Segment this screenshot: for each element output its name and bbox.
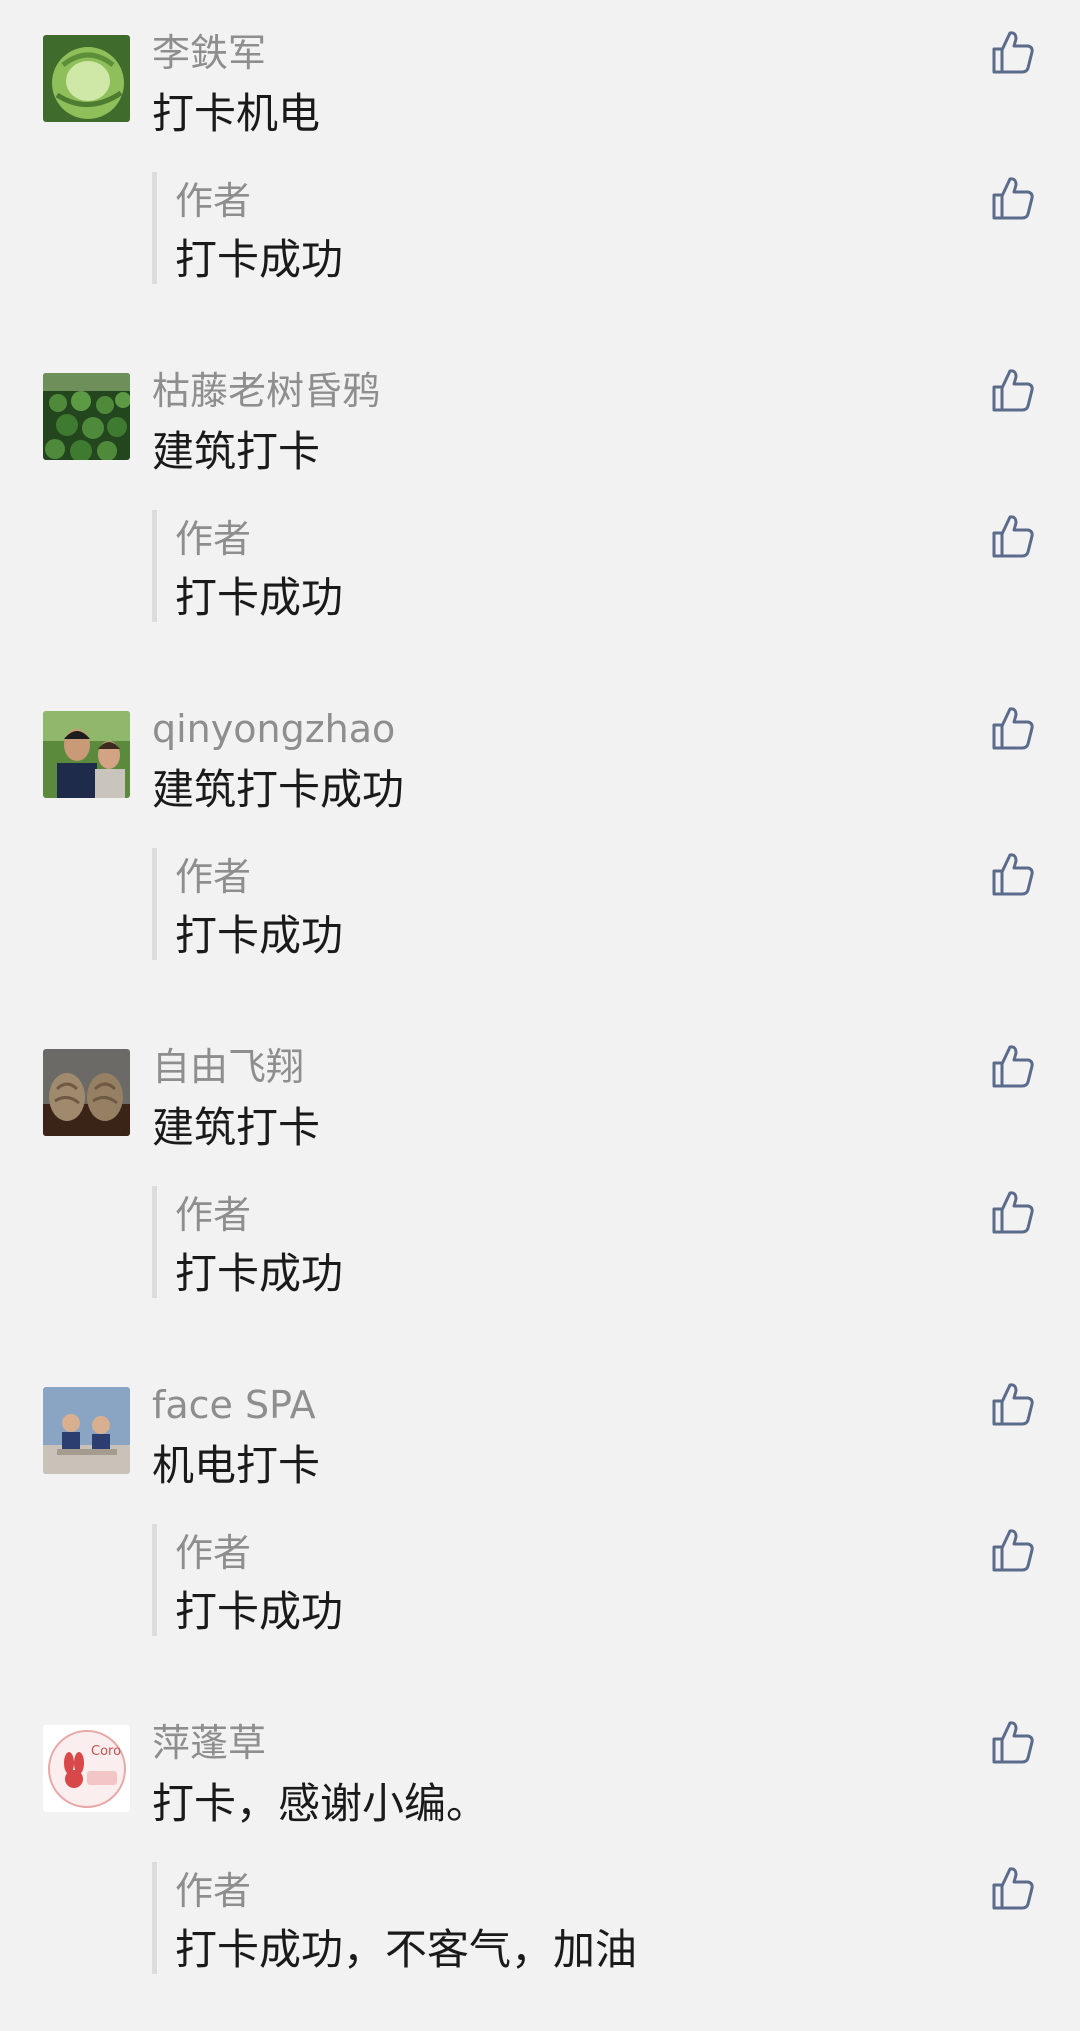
commenter-name[interactable]: 萍蓬草 [152,1716,266,1770]
thumbs-up-icon [992,1867,1034,1910]
avatar[interactable] [43,1387,130,1474]
commenter-name[interactable]: qinyongzhao [152,702,395,756]
reply-like-button[interactable] [991,1189,1035,1235]
avatar[interactable] [43,373,130,460]
comment-text: 打卡机电 [152,89,321,138]
comment-text: 建筑打卡 [152,427,321,476]
avatar[interactable] [43,711,130,798]
reply-author: 作者 [175,1193,252,1237]
comment-text: 建筑打卡成功 [152,765,405,814]
thumbs-up-icon [992,177,1034,220]
reply-like-button[interactable] [991,1865,1035,1911]
thumbs-up-icon [992,1191,1034,1234]
reply-text: 打卡成功 [175,1587,344,1636]
like-button[interactable] [991,705,1035,751]
reply-author: 作者 [175,1869,252,1913]
avatar[interactable] [43,1049,130,1136]
reply-text: 打卡成功 [175,911,344,960]
reply-text: 打卡成功 [175,573,344,622]
thumbs-up-icon [992,31,1034,74]
avatar-logo-text: Coro [91,1744,121,1759]
like-button[interactable] [991,1719,1035,1765]
comment-item: qinyongzhao 建筑打卡成功 作者 打卡成功 [0,676,1080,1014]
author-reply: 作者 打卡成功 [152,1186,957,1298]
commenter-name[interactable]: 自由飞翔 [152,1040,304,1094]
comment-feed: 李鉄军 打卡机电 作者 打卡成功 枯藤老树昏鸦 建筑打卡 作者 打卡成功 qin… [0,0,1080,2031]
reply-like-button[interactable] [991,175,1035,221]
reply-text: 打卡成功，不客气，加油 [175,1925,638,1974]
thumbs-up-icon [992,1721,1034,1764]
like-button[interactable] [991,367,1035,413]
comment-text: 机电打卡 [152,1441,321,1490]
thumbs-up-icon [992,515,1034,558]
commenter-name[interactable]: face SPA [152,1378,316,1432]
comment-item: Coro 萍蓬草 打卡，感谢小编。 作者 打卡成功，不客气，加油 [0,1690,1080,2028]
reply-author: 作者 [175,179,252,223]
reply-author: 作者 [175,855,252,899]
author-reply: 作者 打卡成功 [152,172,957,284]
comment-text: 打卡，感谢小编。 [152,1779,489,1828]
like-button[interactable] [991,1043,1035,1089]
avatar[interactable] [43,35,130,122]
reply-like-button[interactable] [991,1527,1035,1573]
comment-text: 建筑打卡 [152,1103,321,1152]
author-reply: 作者 打卡成功 [152,510,957,622]
like-button[interactable] [991,1381,1035,1427]
reply-author: 作者 [175,517,252,561]
like-button[interactable] [991,29,1035,75]
comment-item: 枯藤老树昏鸦 建筑打卡 作者 打卡成功 [0,338,1080,676]
author-reply: 作者 打卡成功 [152,848,957,960]
thumbs-up-icon [992,1383,1034,1426]
thumbs-up-icon [992,1045,1034,1088]
thumbs-up-icon [992,707,1034,750]
reply-author: 作者 [175,1531,252,1575]
comment-item: 李鉄军 打卡机电 作者 打卡成功 [0,0,1080,338]
comment-item: 自由飞翔 建筑打卡 作者 打卡成功 [0,1014,1080,1352]
thumbs-up-icon [992,1529,1034,1572]
comment-item: face SPA 机电打卡 作者 打卡成功 [0,1352,1080,1690]
reply-like-button[interactable] [991,513,1035,559]
reply-like-button[interactable] [991,851,1035,897]
author-reply: 作者 打卡成功 [152,1524,957,1636]
thumbs-up-icon [992,853,1034,896]
thumbs-up-icon [992,369,1034,412]
reply-text: 打卡成功 [175,1249,344,1298]
commenter-name[interactable]: 枯藤老树昏鸦 [152,364,380,418]
commenter-name[interactable]: 李鉄军 [152,26,266,80]
author-reply: 作者 打卡成功，不客气，加油 [152,1862,957,1974]
avatar[interactable]: Coro [43,1725,130,1812]
reply-text: 打卡成功 [175,235,344,284]
